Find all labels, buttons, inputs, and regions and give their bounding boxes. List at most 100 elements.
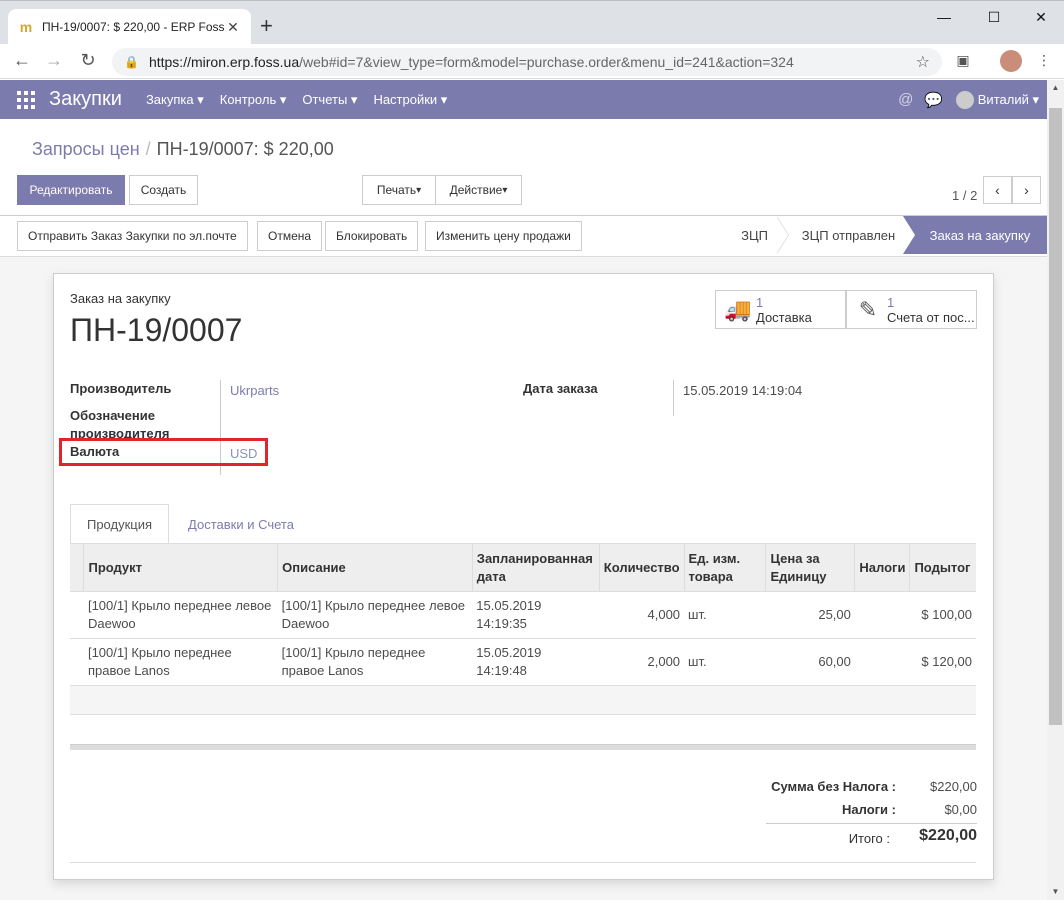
apps-grid-icon[interactable] [17, 90, 35, 109]
order-lines-table: Продукт Описание Запланированная дата Ко… [70, 543, 976, 715]
forward-icon[interactable]: → [42, 50, 66, 71]
stage-rfq[interactable]: ЗЦП [732, 216, 777, 254]
menu-purchase[interactable]: Закупка [146, 92, 204, 108]
row-taxes [854, 591, 910, 639]
scroll-down-icon[interactable]: ▼ [1047, 884, 1064, 900]
edit-button[interactable]: Редактировать [17, 175, 125, 205]
stage-rfq-sent[interactable]: ЗЦП отправлен [792, 216, 905, 254]
status-bar: Отправить Заказ Закупки по эл.почте Отме… [0, 216, 1047, 257]
untaxed-amount-value: $220,00 [930, 779, 977, 794]
row-price: 25,00 [765, 591, 855, 639]
extension-icon[interactable]: ▣ [953, 52, 973, 72]
table-footer-bar [70, 744, 976, 750]
browser-menu-icon[interactable]: ⋮ [1034, 52, 1054, 72]
form-sheet: 🚚 1 Доставка ✎ 1 Счета от пос... Заказ на … [53, 273, 994, 880]
row-taxes [854, 638, 910, 686]
row-date: 15.05.2019 14:19:48 [472, 638, 600, 686]
new-tab-icon[interactable]: + [260, 15, 273, 37]
column-scheduled-date[interactable]: Запланированная дата [472, 543, 600, 592]
row-uom: шт. [684, 591, 766, 639]
change-sale-price-button[interactable]: Изменить цену продажи [425, 221, 582, 251]
vendor-label: Производитель [70, 381, 172, 396]
column-product[interactable]: Продукт [83, 543, 279, 592]
delivery-label: Доставка [756, 309, 812, 325]
cancel-button[interactable]: Отмена [257, 221, 323, 251]
highlight-box [59, 438, 268, 466]
url-host: https://miron.erp.foss.ua [148, 54, 300, 70]
action-dropdown[interactable]: Действие [435, 175, 522, 205]
address-bar: ← → ↻ 🔒 https://miron.erp.foss.ua/web#id… [0, 44, 1064, 79]
empty-row [70, 685, 976, 715]
lock-button[interactable]: Блокировать [325, 221, 419, 251]
site-favicon-icon: m [19, 19, 33, 35]
row-quantity: 4,000 [599, 591, 685, 639]
browser-tab-title: ПН-19/0007: $ 220,00 - ERP Foss [42, 20, 225, 34]
row-subtotal: $ 120,00 [909, 638, 976, 686]
order-date-value: 15.05.2019 14:19:04 [683, 383, 803, 398]
maximize-icon[interactable]: ☐ [984, 9, 1004, 26]
edit-icon: ✎ [858, 297, 878, 322]
row-price: 60,00 [765, 638, 855, 686]
total-label: Итого : [848, 831, 890, 846]
tab-deliveries-invoices[interactable]: Доставки и Счета [176, 504, 306, 544]
scroll-up-icon[interactable]: ▲ [1047, 80, 1064, 96]
print-dropdown[interactable]: Печать [362, 175, 436, 205]
menu-reports[interactable]: Отчеты [302, 92, 357, 108]
delivery-count: 1 [756, 294, 764, 310]
menu-settings[interactable]: Настройки [373, 92, 447, 108]
untaxed-amount-label: Сумма без Налога : [771, 779, 896, 794]
pager-next-icon[interactable]: › [1012, 176, 1041, 204]
form-subtitle: Заказ на закупку [70, 291, 171, 306]
column-description[interactable]: Описание [277, 543, 473, 592]
url-path: /web#id=7&view_type=form&model=purchase.… [299, 54, 794, 70]
pager-previous-icon[interactable]: ‹ [983, 176, 1012, 204]
row-uom: шт. [684, 638, 766, 686]
close-tab-icon[interactable]: ✕ [225, 19, 241, 36]
table-row[interactable]: [100/1] Крыло переднее левое Daewoo [100… [70, 591, 976, 639]
profile-avatar[interactable] [1000, 50, 1022, 72]
table-handle-header [70, 543, 85, 592]
field-divider [673, 380, 674, 416]
row-quantity: 2,000 [599, 638, 685, 686]
row-description: [100/1] Крыло переднее правое Lanos [277, 638, 473, 686]
vendor-value[interactable]: Ukrparts [230, 382, 279, 400]
row-product: [100/1] Крыло переднее правое Lanos [83, 638, 278, 686]
stage-divider [776, 216, 788, 254]
app-brand[interactable]: Закупки [49, 88, 122, 111]
page-scrollbar[interactable]: ▲ ▼ [1047, 80, 1064, 900]
row-product: [100/1] Крыло переднее левое Daewoo [83, 591, 278, 639]
back-icon[interactable]: ← [10, 50, 34, 71]
reload-icon[interactable]: ↻ [76, 50, 100, 71]
breadcrumb-parent[interactable]: Запросы цен [32, 139, 140, 159]
column-taxes[interactable]: Налоги [854, 543, 911, 592]
url-input[interactable]: 🔒 https://miron.erp.foss.ua/web#id=7&vie… [112, 48, 942, 76]
delivery-smart-button[interactable]: 🚚 1 Доставка [715, 290, 846, 329]
stage-purchase-order[interactable]: Заказ на закупку [903, 216, 1047, 254]
user-menu[interactable]: Виталий ▾ [955, 90, 1039, 109]
taxes-amount-value: $0,00 [944, 802, 977, 817]
bookmark-star-icon[interactable]: ☆ [916, 52, 930, 72]
table-row[interactable]: [100/1] Крыло переднее правое Lanos [100… [70, 638, 976, 686]
main-navbar: Закупки Закупка Контроль Отчеты Настройк… [0, 80, 1047, 119]
total-value: $220,00 [919, 827, 977, 844]
column-unit-price[interactable]: Цена за Единицу [765, 543, 856, 592]
row-subtotal: $ 100,00 [909, 591, 976, 639]
close-window-icon[interactable]: ✕ [1031, 9, 1051, 26]
row-description: [100/1] Крыло переднее левое Daewoo [277, 591, 473, 639]
pager-value: 1 / 2 [952, 188, 978, 203]
column-uom[interactable]: Ед. изм. товара [684, 543, 767, 592]
vendor-bills-smart-button[interactable]: ✎ 1 Счета от пос... [846, 290, 977, 329]
send-po-email-button[interactable]: Отправить Заказ Закупки по эл.почте [17, 221, 248, 251]
browser-tab[interactable]: m ПН-19/0007: $ 220,00 - ERP Foss ✕ [8, 9, 251, 45]
scrollbar-thumb[interactable] [1049, 108, 1062, 725]
column-subtotal[interactable]: Подытог [909, 543, 976, 592]
chat-icon[interactable]: 💬 [920, 91, 948, 109]
menu-control[interactable]: Контроль [220, 92, 287, 108]
tab-products[interactable]: Продукция [70, 504, 169, 544]
minimize-icon[interactable]: — [934, 9, 954, 25]
sheet-bottom-divider [70, 862, 976, 863]
create-button[interactable]: Создать [129, 175, 198, 205]
column-quantity[interactable]: Количество [599, 543, 685, 592]
bills-count: 1 [887, 294, 895, 310]
mention-icon[interactable]: @ [892, 91, 920, 108]
